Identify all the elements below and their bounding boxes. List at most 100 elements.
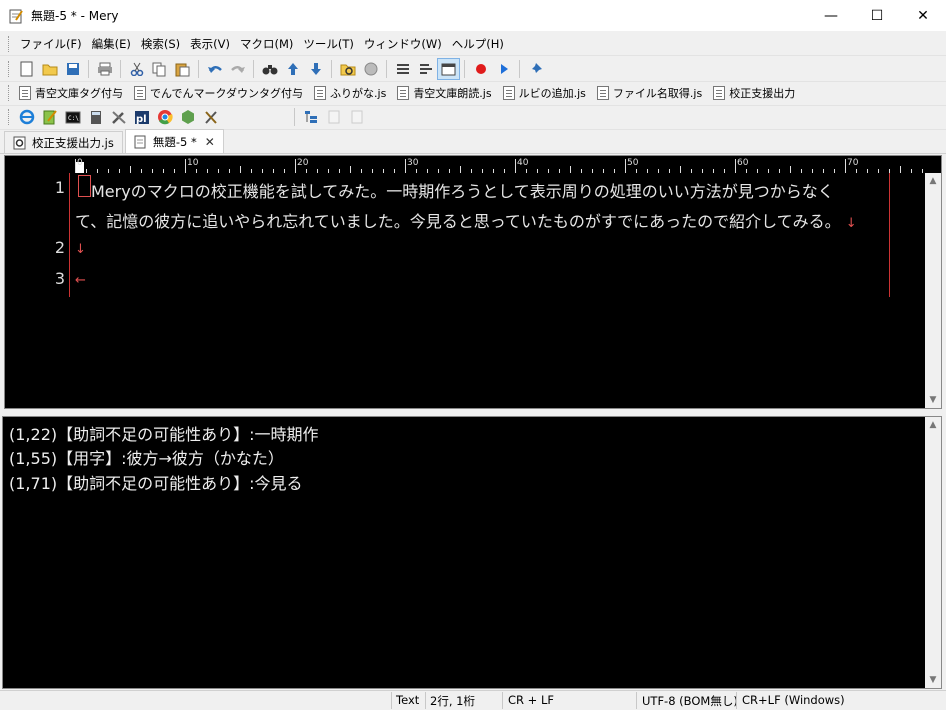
toolbar-grip[interactable] [8, 109, 11, 125]
copy-icon[interactable] [148, 58, 171, 80]
output-line[interactable]: (1,71)【助詞不足の可能性あり】:今見る [9, 470, 303, 494]
edit-pencil-icon[interactable] [38, 106, 61, 128]
ruler-tick [790, 166, 791, 173]
tab-close-icon[interactable]: ✕ [205, 135, 215, 149]
wrap-lines-icon[interactable] [414, 58, 437, 80]
line-list-icon[interactable] [391, 58, 414, 80]
code-line: ← [75, 269, 86, 288]
ruler-tick [504, 169, 505, 173]
output-pane[interactable]: (1,22)【助詞不足の可能性あり】:一時期作 (1,55)【用字】:彼方→彼方… [2, 416, 942, 689]
output-line[interactable]: (1,22)【助詞不足の可能性あり】:一時期作 [9, 421, 319, 445]
ruler-tick [669, 169, 670, 173]
status-encoding[interactable]: UTF-8 (BOM無し) [642, 693, 738, 709]
status-mode[interactable]: Text [396, 693, 419, 707]
ruler-tick [394, 169, 395, 173]
menu-search[interactable]: 検索(S) [136, 36, 185, 52]
separator [88, 60, 89, 78]
minimize-button[interactable]: — [808, 0, 854, 31]
chrome-icon[interactable] [153, 106, 176, 128]
print-icon[interactable] [93, 58, 116, 80]
menu-tools[interactable]: ツール(T) [298, 36, 359, 52]
ruler-tick [548, 169, 549, 173]
macro-item[interactable]: ファイル名取得.js [593, 82, 709, 104]
scroll-up-icon[interactable]: ▲ [925, 173, 941, 189]
text-caret-box [78, 175, 91, 197]
output-window-icon[interactable] [437, 58, 460, 80]
command-prompt-icon[interactable]: C:\ [61, 106, 84, 128]
output-vertical-scrollbar[interactable]: ▲ ▼ [925, 417, 941, 688]
outline-tree-icon[interactable] [299, 106, 322, 128]
menu-edit[interactable]: 編集(E) [87, 36, 136, 52]
close-button[interactable]: ✕ [900, 0, 946, 31]
ruler-tick [372, 169, 373, 173]
ruler-tick [317, 169, 318, 173]
redo-icon[interactable] [226, 58, 249, 80]
new-file-icon[interactable] [15, 58, 38, 80]
menu-window[interactable]: ウィンドウ(W) [359, 36, 447, 52]
macro-label: 校正支援出力 [729, 87, 796, 100]
undo-icon[interactable] [203, 58, 226, 80]
find-binoculars-icon[interactable] [258, 58, 281, 80]
record-macro-icon[interactable] [469, 58, 492, 80]
output-line[interactable]: (1,55)【用字】:彼方→彼方（かなた） [9, 445, 284, 469]
ruler-tick [757, 169, 758, 173]
tab-untitled-5[interactable]: 無題-5 * ✕ [124, 129, 224, 153]
find-prev-up-icon[interactable] [281, 58, 304, 80]
tools-hammer-icon[interactable] [199, 106, 222, 128]
pin-icon[interactable] [524, 58, 547, 80]
ruler-tick [845, 159, 846, 173]
ruler-label: 30 [407, 158, 419, 168]
open-folder-icon[interactable] [38, 58, 61, 80]
toolbar-grip[interactable] [8, 61, 11, 77]
ruler-tick [339, 169, 340, 173]
newline-mark: ↓ [75, 242, 86, 257]
toolbar-grip[interactable] [8, 85, 11, 101]
ruler-tick [812, 169, 813, 173]
ie-browser-icon[interactable] [15, 106, 38, 128]
status-newline-code[interactable]: CR+LF (Windows) [742, 693, 845, 707]
macro-item[interactable]: でんでんマークダウンタグ付与 [130, 82, 310, 104]
text-editor[interactable]: 0 10 20 30 40 50 60 70 1 2 3 Meryのマクロの校正… [4, 155, 942, 409]
cut-icon[interactable] [125, 58, 148, 80]
macro-toolbar: 青空文庫タグ付与 でんでんマークダウンタグ付与 ふりがな.js 青空文庫朗読.j… [0, 81, 946, 106]
separator [519, 60, 520, 78]
perl-icon[interactable]: pl [130, 106, 153, 128]
tools-wrench-icon[interactable] [107, 106, 130, 128]
menu-file[interactable]: ファイル(F) [15, 36, 87, 52]
menu-help[interactable]: ヘルプ(H) [447, 36, 509, 52]
ruler-tick [185, 159, 186, 173]
macro-item[interactable]: 校正支援出力 [709, 82, 802, 104]
ruler-tick [108, 169, 109, 173]
menu-view[interactable]: 表示(V) [185, 36, 235, 52]
ruler-tick [75, 159, 76, 173]
ruler-tick [262, 169, 263, 173]
ruler-tick [592, 169, 593, 173]
menu-macro[interactable]: マクロ(M) [235, 36, 298, 52]
editor-vertical-scrollbar[interactable]: ▲ ▼ [925, 173, 941, 408]
tab-proofreading-js[interactable]: 校正支援出力.js [4, 131, 123, 153]
scroll-up-icon[interactable]: ▲ [925, 417, 941, 433]
macro-item[interactable]: 青空文庫タグ付与 [15, 82, 130, 104]
script-icon [502, 86, 515, 100]
menu-bar: ファイル(F) 編集(E) 検索(S) 表示(V) マクロ(M) ツール(T) … [0, 33, 946, 56]
maximize-button[interactable]: ☐ [854, 0, 900, 31]
calculator-icon[interactable] [84, 106, 107, 128]
play-macro-icon[interactable] [492, 58, 515, 80]
toolbar-grip[interactable] [8, 36, 11, 52]
save-icon[interactable] [61, 58, 84, 80]
notepad-icon [8, 8, 24, 24]
code-line-wrapped: て、記憶の彼方に追いやられ忘れていました。今見ると思っていたものがすでにあったの… [75, 208, 857, 232]
find-next-down-icon[interactable] [304, 58, 327, 80]
scroll-down-icon[interactable]: ▼ [925, 392, 941, 408]
paste-icon[interactable] [171, 58, 194, 80]
status-newline-input[interactable]: CR + LF [508, 693, 554, 707]
ruler-label: 0 [77, 158, 83, 168]
macro-item[interactable]: 青空文庫朗読.js [393, 82, 498, 104]
nodejs-hexagon-icon[interactable] [176, 106, 199, 128]
ruler-tick [680, 166, 681, 173]
find-in-files-icon[interactable] [336, 58, 359, 80]
scroll-down-icon[interactable]: ▼ [925, 672, 941, 688]
macro-item[interactable]: ふりがな.js [310, 82, 393, 104]
gray-circle-icon[interactable] [359, 58, 382, 80]
macro-item[interactable]: ルビの追加.js [499, 82, 593, 104]
